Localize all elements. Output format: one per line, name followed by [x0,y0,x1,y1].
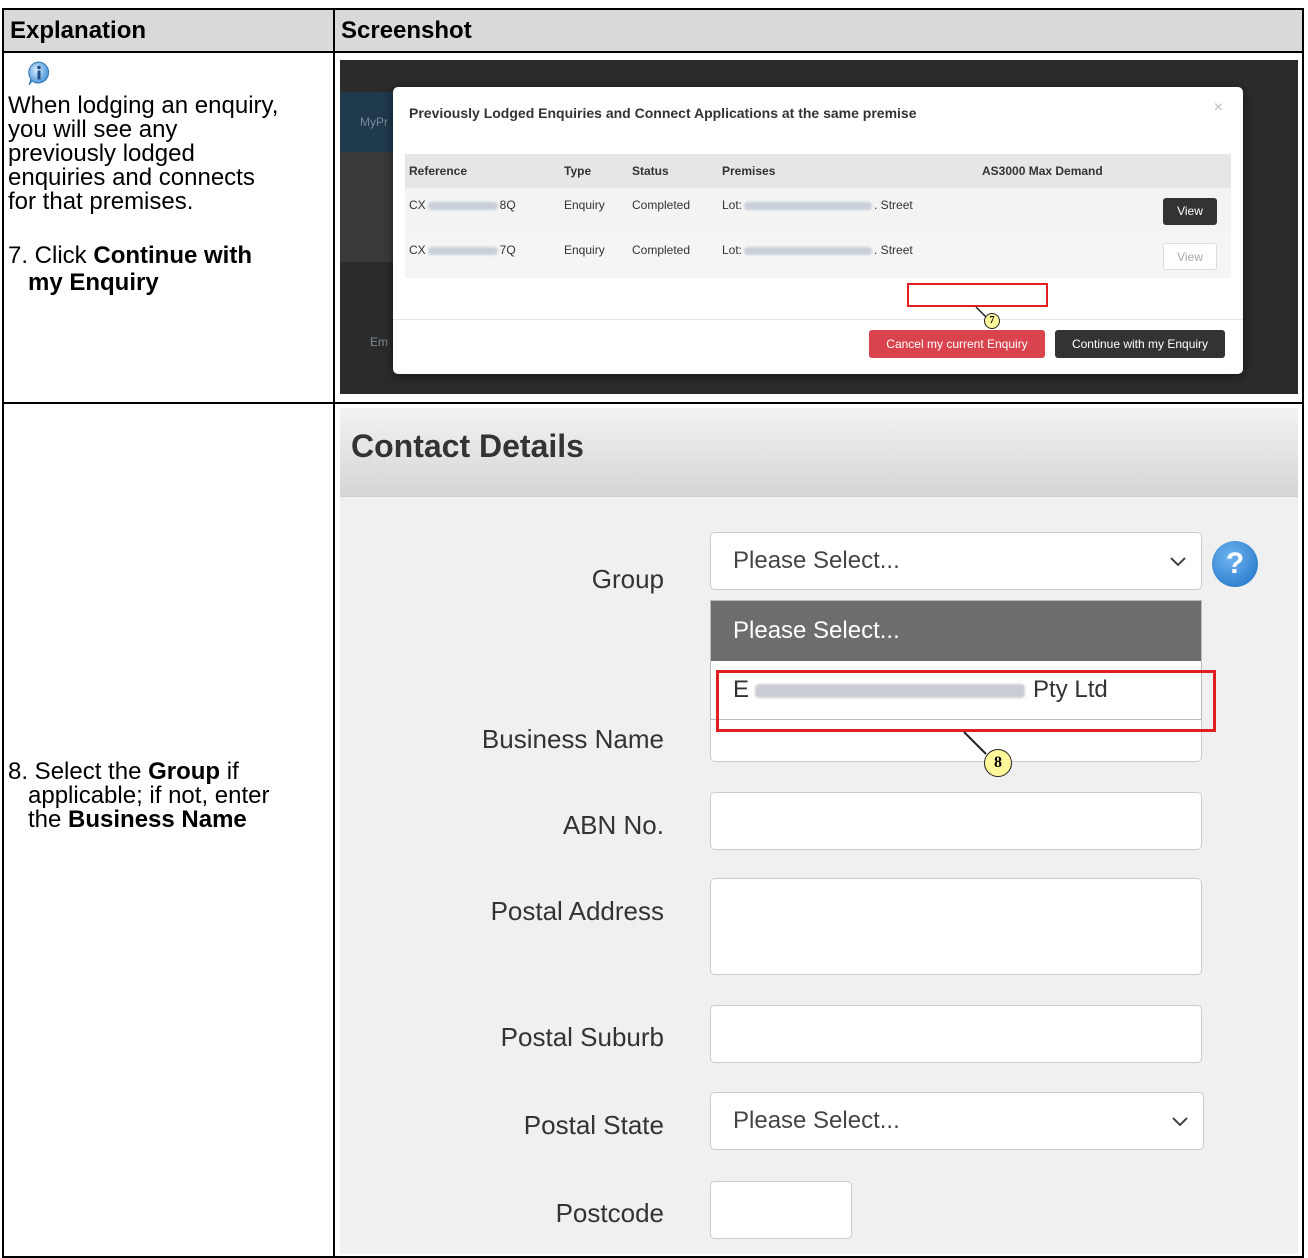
step-7-prefix: 7. Click [8,242,94,269]
continue-enquiry-button[interactable]: Continue with my Enquiry [1055,330,1225,358]
postcode-label: Postcode [555,1198,664,1228]
help-icon[interactable]: ? [1212,541,1258,587]
group-select[interactable]: Please Select... [710,532,1202,590]
ref-cell: CX 7Q [409,233,516,267]
col-premises: Premises [722,164,776,178]
row1-step-7: 7. Click Continue with [8,244,252,268]
group-select-value: Please Select... [733,547,900,574]
callout-box-8 [716,670,1216,732]
background-text-1: MyPr [360,115,388,129]
status-cell: Completed [632,198,691,212]
premises-prefix: Lot: [722,198,743,212]
previous-enquiries-modal: Previously Lodged Enquiries and Connect … [393,87,1243,374]
row1-text-line3: previously lodged [8,140,195,167]
row1-text-line2: you will see any [8,116,178,143]
step-8-line3-prefix: the [28,806,69,833]
view-button-disabled: View [1163,243,1217,270]
col-max-demand: AS3000 Max Demand [982,164,1103,178]
premises-suffix: . Street [874,243,913,257]
row2-step-8: 8. Select the Group if [8,760,239,784]
postal-address-label: Postal Address [490,896,664,926]
postal-suburb-label: Postal Suburb [500,1022,664,1052]
view-button[interactable]: View [1163,198,1217,225]
step-7-bold-2: my Enquiry [28,269,159,296]
table-row: CX 8Q Enquiry Completed Lot: . Street View [405,188,1231,233]
step-8-prefix: 8. Select the [8,758,149,785]
row2-step-8-line2: applicable; if not, enter [28,782,270,809]
enquiries-table-header: Reference Type Status Premises AS3000 Ma… [405,154,1231,188]
premises-cell: Lot: . Street [722,188,913,222]
abn-input[interactable] [710,792,1202,850]
ref-prefix: CX [409,243,426,257]
row1-text-line4: enquiries and connects [8,164,255,191]
postal-state-select[interactable]: Please Select... [710,1092,1204,1150]
col-type: Type [564,164,592,178]
close-icon[interactable]: × [1214,99,1223,117]
type-cell: Enquiry [564,243,605,257]
ref-suffix: 7Q [499,243,516,257]
callout-box-7 [907,283,1048,307]
modal-title: Previously Lodged Enquiries and Connect … [409,105,917,121]
col-status: Status [632,164,669,178]
postal-address-input[interactable] [710,878,1202,975]
group-label: Group [591,564,664,594]
row1-text-line1: When lodging an enquiry, [8,92,279,119]
redacted-text [427,246,498,255]
step-8-after-group: if [220,758,239,785]
cancel-enquiry-button[interactable]: Cancel my current Enquiry [869,330,1045,358]
postcode-input[interactable] [710,1181,852,1239]
info-icon [28,61,50,86]
screenshot-modal: MyPr Em Previously Lodged Enquiries and … [340,60,1298,394]
redacted-text [427,201,498,210]
form-title: Contact Details [351,428,584,464]
enquiries-table: Reference Type Status Premises AS3000 Ma… [405,154,1231,278]
postal-suburb-input[interactable] [710,1005,1202,1063]
row1-step-7-line2: my Enquiry [28,271,159,295]
header-explanation: Explanation [10,17,147,44]
ref-prefix: CX [409,198,426,212]
callout-number-8: 8 [984,749,1012,777]
ref-cell: CX 8Q [409,188,516,222]
abn-label: ABN No. [562,810,664,840]
table-row: CX 7Q Enquiry Completed Lot: . Street View [405,233,1231,278]
step-8-bold-group: Group [148,758,221,785]
background-text-2: Em [370,335,388,349]
step-7-bold-1: Continue with [93,242,252,269]
dropdown-option-selected[interactable]: Please Select... [711,601,1201,661]
col-reference: Reference [409,164,468,178]
status-cell: Completed [632,243,691,257]
redacted-text [744,246,873,255]
row1-text-line5: for that premises. [8,188,194,215]
premises-cell: Lot: . Street [722,233,913,267]
ref-suffix: 8Q [499,198,516,212]
redacted-text [744,201,873,210]
table-header-row: Explanation Screenshot [4,10,1302,53]
row-divider [4,402,1302,404]
form-header: Contact Details [340,408,1298,497]
step-8-line3-bold: Business Name [68,806,247,833]
premises-suffix: . Street [874,198,913,212]
screenshot-contact-form: Contact Details Group Please Select... ?… [340,408,1298,1254]
column-divider [333,10,335,1256]
callout-number-7: 7 [984,313,1000,329]
chevron-down-icon [1170,557,1186,567]
postal-state-label: Postal State [523,1110,664,1140]
header-screenshot: Screenshot [341,17,472,44]
postal-state-value: Please Select... [733,1107,900,1134]
row2-step-8-line3: the Business Name [28,808,247,832]
business-name-label: Business Name [481,724,664,754]
chevron-down-icon [1172,1117,1188,1127]
premises-prefix: Lot: [722,243,743,257]
type-cell: Enquiry [564,198,605,212]
